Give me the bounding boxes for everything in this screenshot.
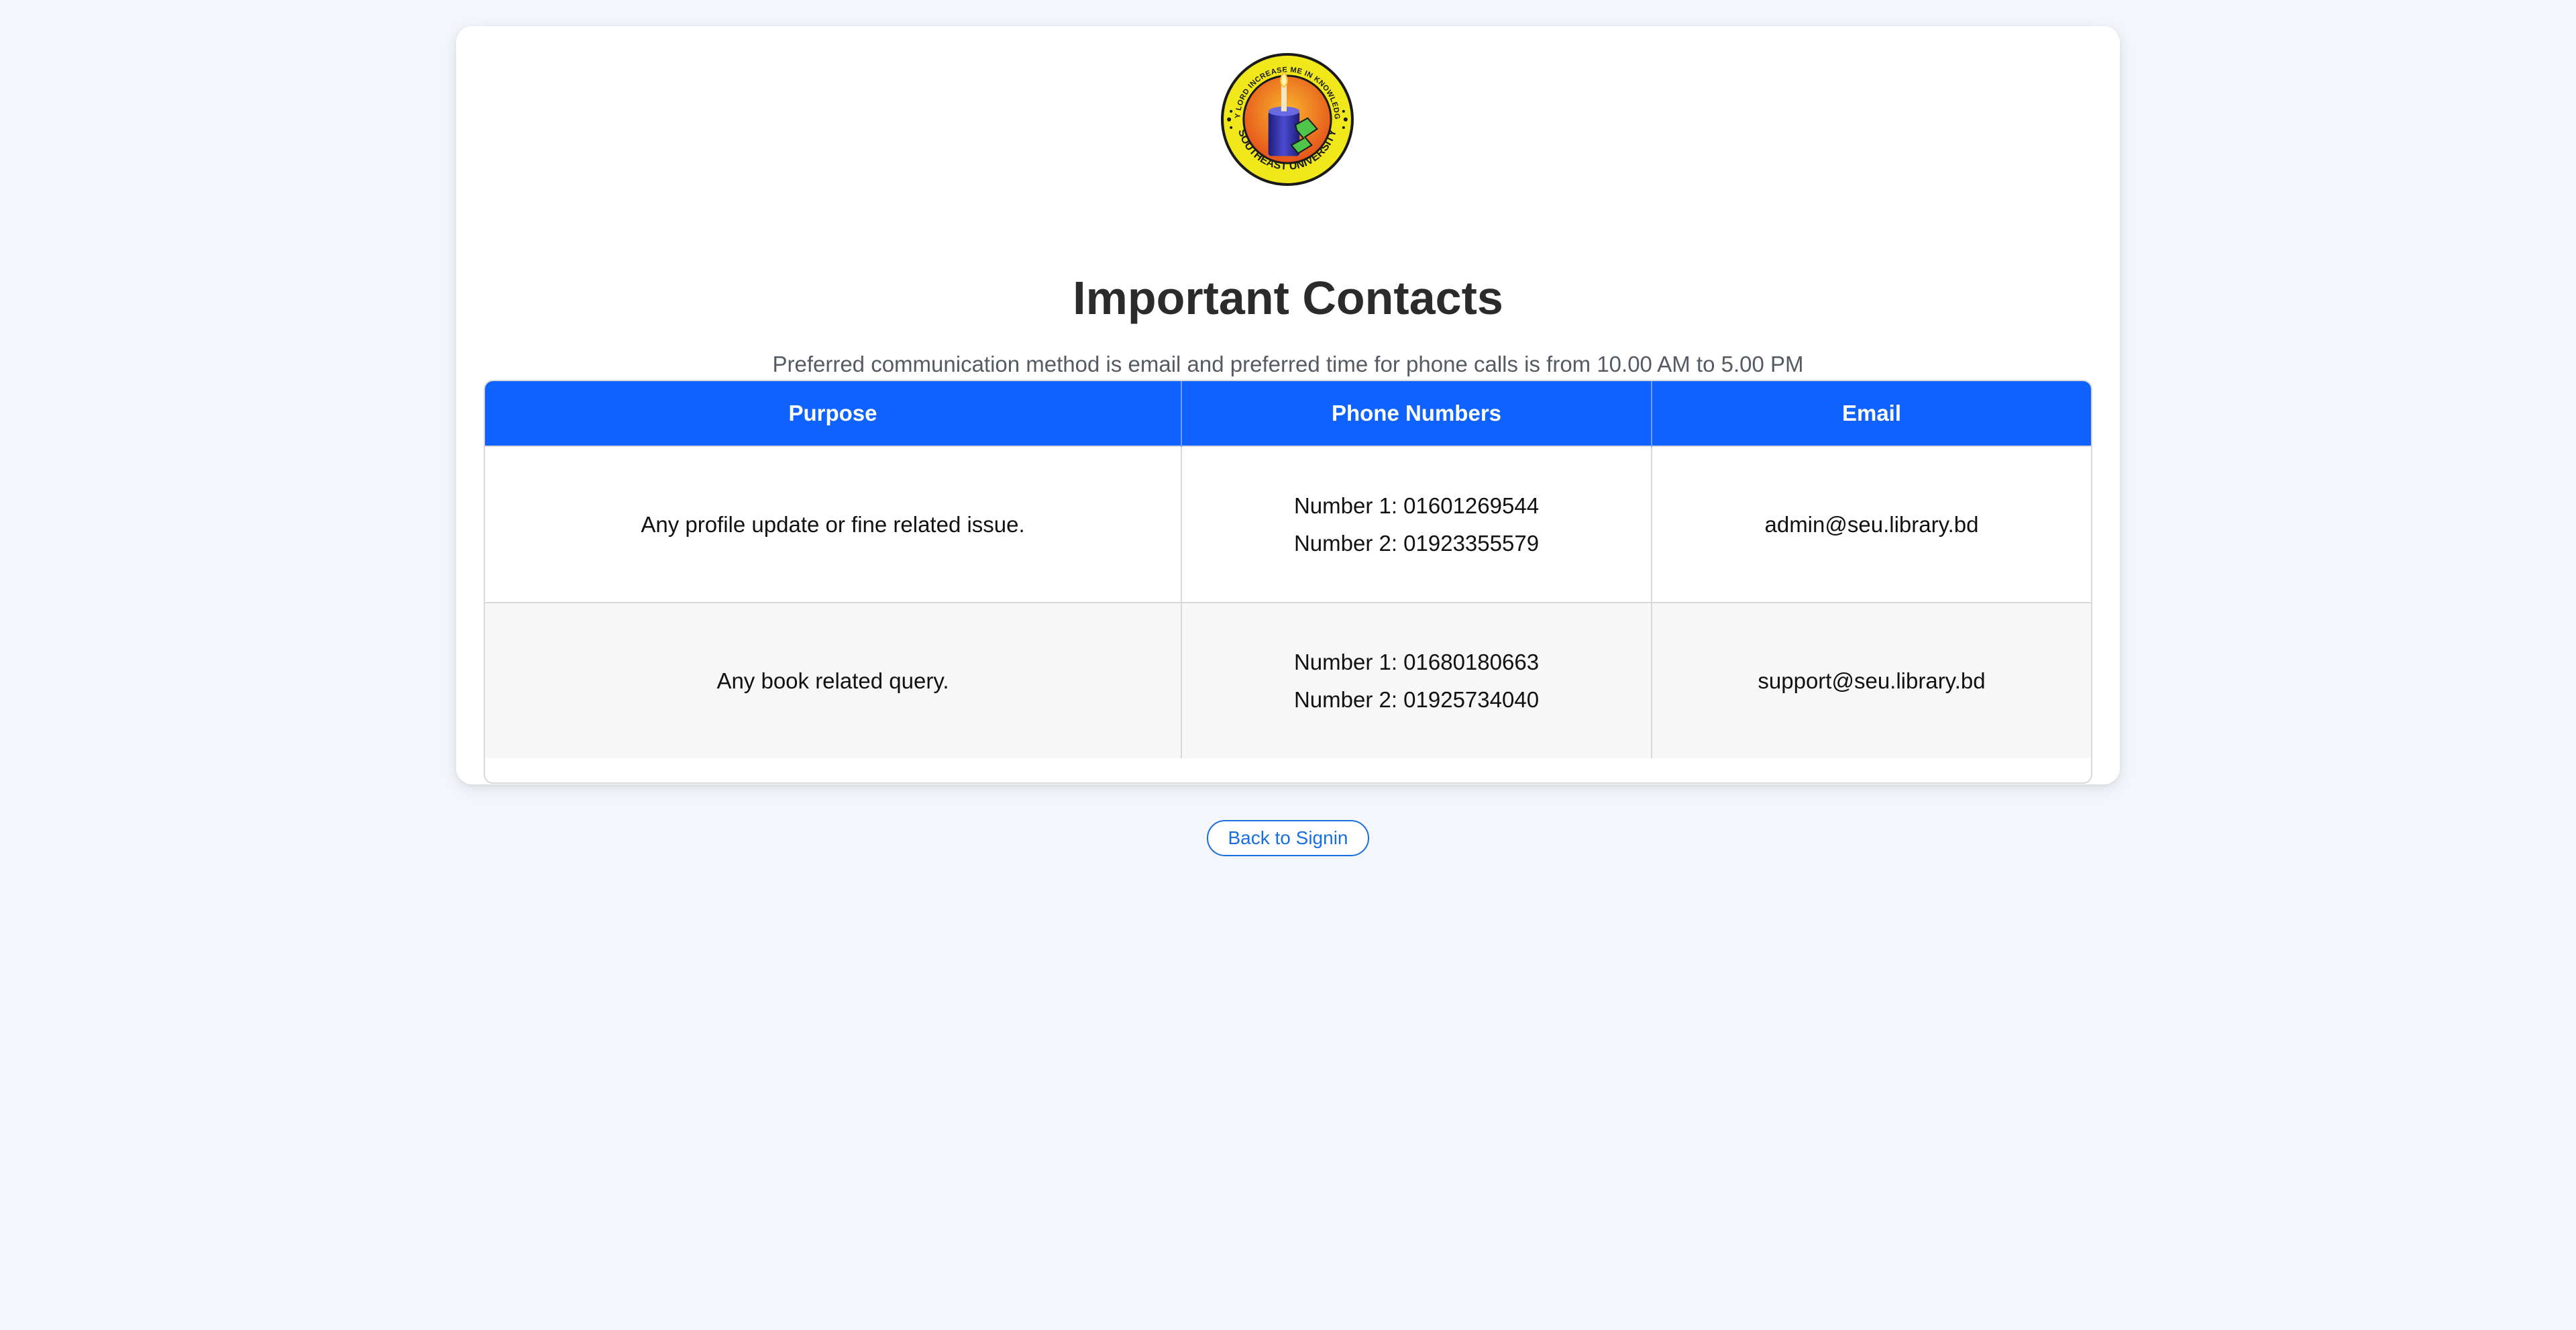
purpose-cell: Any profile update or fine related issue… bbox=[485, 446, 1182, 603]
contacts-page: MY LORD INCREASE ME IN KNOWLEDGE SOUTHEA… bbox=[0, 0, 2576, 1330]
table-header-row: Purpose Phone Numbers Email bbox=[485, 381, 2091, 446]
email-cell: admin@seu.library.bd bbox=[1652, 446, 2091, 603]
phone-numbers-cell: Number 1: 01601269544 Number 2: 01923355… bbox=[1181, 446, 1652, 603]
purpose-cell: Any book related query. bbox=[485, 602, 1182, 758]
phone-numbers-cell: Number 1: 01680180663 Number 2: 01925734… bbox=[1181, 602, 1652, 758]
page-title: Important Contacts bbox=[1073, 272, 1503, 324]
column-header-phone-numbers: Phone Numbers bbox=[1181, 381, 1652, 446]
email-cell: support@seu.library.bd bbox=[1652, 602, 2091, 758]
table-row: Any profile update or fine related issue… bbox=[485, 446, 2091, 603]
table-row: Any book related query. Number 1: 016801… bbox=[485, 602, 2091, 758]
contacts-table: Purpose Phone Numbers Email Any profile … bbox=[484, 380, 2092, 784]
phone-number: Number 2: 01925734040 bbox=[1293, 686, 1540, 712]
university-logo: MY LORD INCREASE ME IN KNOWLEDGE SOUTHEA… bbox=[1220, 52, 1354, 186]
phone-number: Number 1: 01601269544 bbox=[1293, 493, 1540, 518]
contacts-card: MY LORD INCREASE ME IN KNOWLEDGE SOUTHEA… bbox=[456, 26, 2120, 784]
column-header-email: Email bbox=[1652, 381, 2091, 446]
phone-number: Number 2: 01923355579 bbox=[1293, 530, 1540, 556]
page-subtitle: Preferred communication method is email … bbox=[772, 352, 1804, 376]
column-header-purpose: Purpose bbox=[485, 381, 1182, 446]
phone-number: Number 1: 01680180663 bbox=[1293, 649, 1540, 674]
back-to-signin-button[interactable]: Back to Signin bbox=[1207, 820, 1369, 856]
